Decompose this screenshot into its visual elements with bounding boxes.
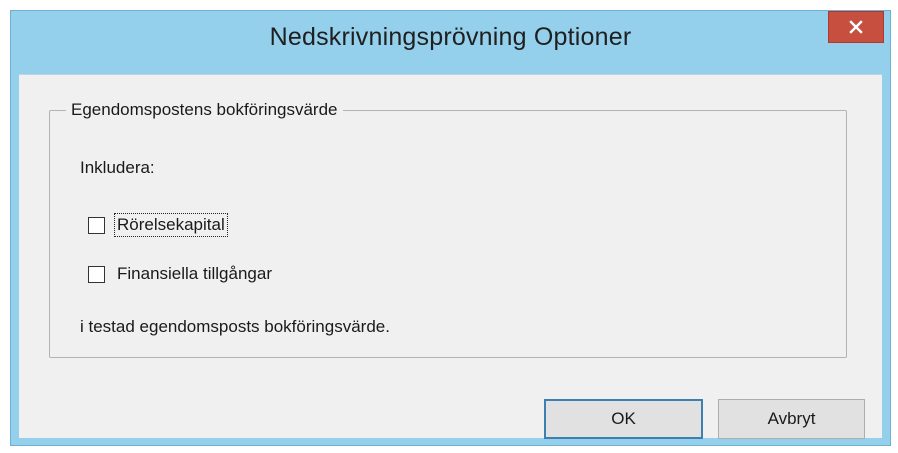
working-capital-label[interactable]: Rörelsekapital [114,213,228,237]
groupbox-legend: Egendomspostens bokföringsvärde [66,100,343,120]
close-icon [849,20,863,34]
working-capital-checkbox[interactable] [88,216,105,234]
ok-button[interactable]: OK [544,399,703,439]
close-button[interactable] [828,11,884,43]
financial-assets-label[interactable]: Finansiella tillgångar [115,263,274,285]
include-label: Inkludera: [80,158,155,177]
checkbox-row-financial-assets[interactable]: Finansiella tillgångar [88,261,274,287]
groupbox-asset-book-value: Egendomspostens bokföringsvärde Inkluder… [49,100,847,358]
dialog-window: Nedskrivningsprövning Optioner Egendomsp… [10,10,891,446]
financial-assets-checkbox[interactable] [88,265,105,283]
dialog-client-area: Egendomspostens bokföringsvärde Inkluder… [19,74,882,439]
cancel-button[interactable]: Avbryt [718,399,865,439]
title-bar[interactable]: Nedskrivningsprövning Optioner [11,11,890,73]
window-title: Nedskrivningsprövning Optioner [269,23,632,51]
footer-text: i testad egendomsposts bokföringsvärde. [80,317,390,336]
checkbox-row-working-capital[interactable]: Rörelsekapital [88,212,228,238]
